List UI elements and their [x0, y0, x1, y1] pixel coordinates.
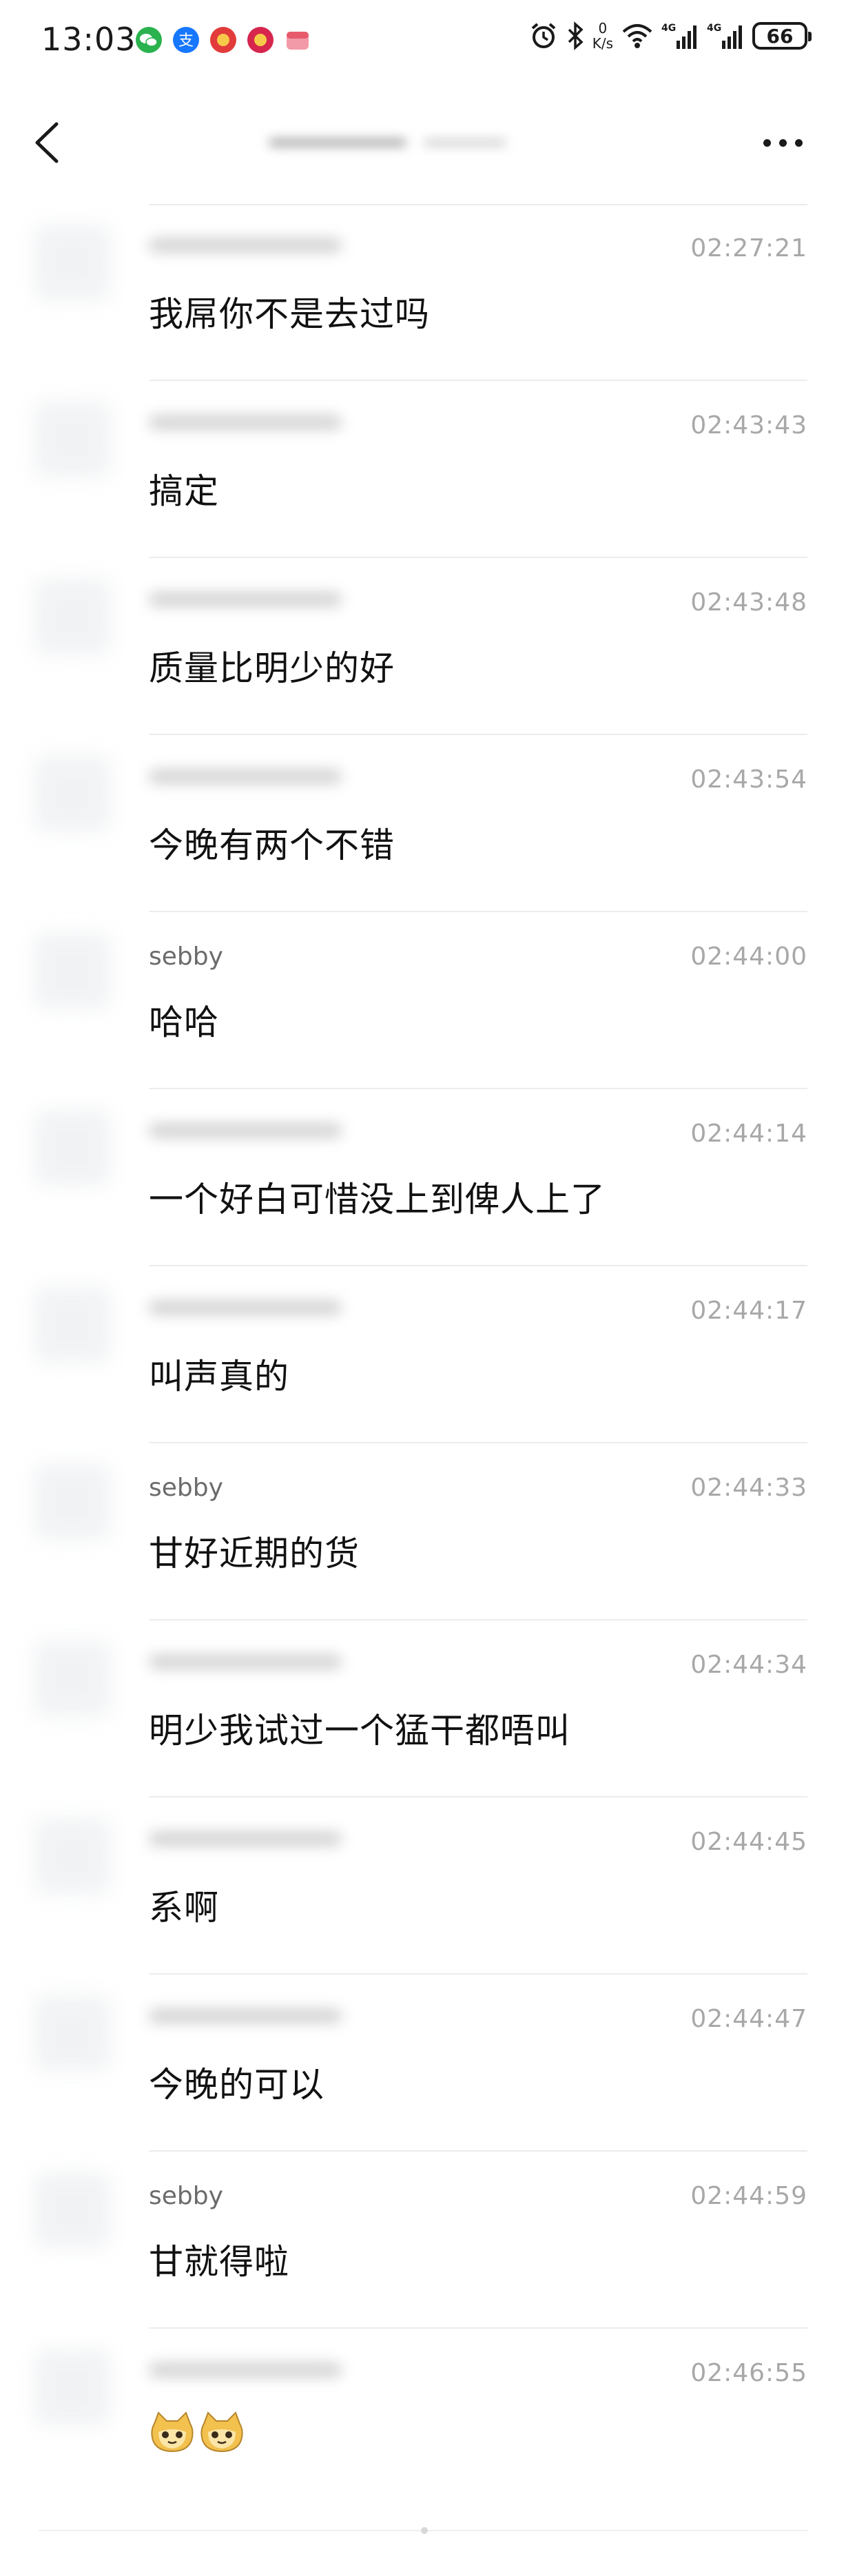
status-right-icons: 0 K/s 4G 4G 66: [529, 21, 812, 51]
message-time: 02:44:00: [690, 942, 807, 971]
battery-indicator: 66: [752, 22, 812, 50]
message-row[interactable]: 02:44:14 一个好白可惜没上到俾人上了: [34, 1089, 807, 1266]
avatar[interactable]: [34, 1995, 110, 2071]
wifi-icon: [622, 24, 652, 48]
sender-name-redacted: [149, 1124, 355, 1147]
sender-name-redacted: [149, 593, 355, 616]
avatar[interactable]: [34, 579, 110, 655]
scroll-dot: [421, 2527, 428, 2534]
status-time: 13:03: [41, 21, 136, 58]
avatar[interactable]: [34, 933, 110, 1009]
avatar[interactable]: [34, 1464, 110, 1540]
message-time: 02:44:14: [690, 1120, 807, 1148]
message-text: 甘就得啦: [149, 2242, 289, 2282]
avatar[interactable]: [34, 1818, 110, 1894]
net-speed-value: 0: [598, 20, 608, 37]
message-text: 系啊: [149, 1888, 219, 1928]
message-time: 02:43:48: [690, 588, 807, 617]
app-icon-pink: [287, 32, 309, 50]
sender-name-redacted: [149, 238, 355, 262]
message-row[interactable]: 02:44:17 叫声真的: [34, 1266, 807, 1443]
message-text: 明少我试过一个猛干都唔叫: [149, 1711, 570, 1751]
message-row[interactable]: 02:43:48 质量比明少的好: [34, 558, 807, 735]
message-text: 一个好白可惜没上到俾人上了: [149, 1179, 606, 1219]
message-time: 02:43:54: [690, 765, 807, 794]
app-icon-red: [210, 27, 236, 53]
message-row[interactable]: sebby 02:44:59 甘就得啦: [34, 2152, 807, 2329]
message-row[interactable]: 02:44:45 系啊: [34, 1797, 807, 1975]
message-text: 叫声真的: [149, 1357, 289, 1397]
message-text: 今晚的可以: [149, 2065, 324, 2105]
avatar[interactable]: [34, 1110, 110, 1186]
sender-name: sebby: [149, 2182, 223, 2210]
app-icon-red-2: [247, 27, 274, 53]
sender-name-redacted: [149, 1832, 355, 1855]
message-text: 我屌你不是去过吗: [149, 294, 430, 334]
status-bar: 13:03 支 0 K/s 4G 4G 66: [0, 0, 846, 83]
message-time: 02:44:59: [690, 2182, 807, 2210]
more-dot: [763, 138, 771, 147]
message-text: 今晚有两个不错: [149, 825, 395, 865]
message-text: 甘好近期的货: [149, 1534, 360, 1574]
svg-text:4G: 4G: [661, 23, 676, 34]
more-dot: [779, 138, 787, 147]
more-dot: [795, 138, 803, 147]
sender-name-redacted: [149, 1655, 355, 1678]
bluetooth-icon: [568, 21, 584, 50]
message-time: 02:44:45: [690, 1828, 807, 1856]
signal-4g-icon-2: 4G: [707, 23, 742, 49]
sender-name-redacted: [149, 415, 355, 439]
net-speed-unit: K/s: [592, 35, 613, 52]
message-row[interactable]: sebby 02:44:33 甘好近期的货: [34, 1443, 807, 1620]
avatar[interactable]: [34, 2349, 110, 2425]
chat-title-redacted: [269, 125, 654, 161]
message-text: 搞定: [149, 471, 219, 511]
sender-name: sebby: [149, 1474, 223, 1502]
more-dots-icon[interactable]: [763, 132, 818, 153]
message-emoji: [149, 2409, 245, 2458]
svg-text:支: 支: [178, 32, 194, 50]
avatar[interactable]: [34, 1641, 110, 1717]
chevron-left-icon[interactable]: [28, 119, 69, 167]
message-time: 02:27:21: [690, 234, 807, 262]
sender-name-redacted: [149, 770, 355, 793]
nav-bar: [0, 96, 846, 186]
status-app-icons: 支: [135, 26, 311, 54]
message-time: 02:44:34: [690, 1651, 807, 1679]
sender-name-redacted: [149, 2009, 355, 2032]
sender-name-redacted: [149, 2363, 355, 2387]
signal-4g-icon: 4G: [661, 23, 697, 49]
avatar[interactable]: [34, 2172, 110, 2248]
net-speed: 0 K/s: [592, 21, 613, 51]
cat-emoji-icon: [149, 2409, 196, 2458]
avatar[interactable]: [34, 225, 110, 300]
message-row[interactable]: sebby 02:44:00 哈哈: [34, 912, 807, 1089]
message-row[interactable]: 02:43:54 今晚有两个不错: [34, 735, 807, 912]
avatar[interactable]: [34, 1287, 110, 1363]
message-text: 质量比明少的好: [149, 648, 395, 688]
sender-name: sebby: [149, 942, 223, 971]
alipay-icon: 支: [173, 27, 199, 53]
message-time: 02:44:33: [690, 1474, 807, 1502]
wechat-icon: [136, 27, 162, 53]
message-time: 02:46:55: [690, 2359, 807, 2387]
message-row[interactable]: 02:27:21 我屌你不是去过吗: [34, 204, 807, 381]
message-row[interactable]: 02:44:47 今晚的可以: [34, 1975, 807, 2152]
message-time: 02:44:47: [690, 2005, 807, 2033]
cat-emoji-icon: [198, 2409, 245, 2458]
message-row[interactable]: 02:46:55: [34, 2329, 807, 2504]
message-time: 02:43:43: [690, 411, 807, 440]
message-text: 哈哈: [149, 1002, 219, 1042]
alarm-icon: [531, 23, 556, 48]
svg-text:4G: 4G: [707, 23, 721, 34]
avatar[interactable]: [34, 756, 110, 832]
sender-name-redacted: [149, 1301, 355, 1324]
avatar[interactable]: [34, 402, 110, 477]
message-time: 02:44:17: [690, 1297, 807, 1325]
message-row[interactable]: 02:43:43 搞定: [34, 381, 807, 558]
message-row[interactable]: 02:44:34 明少我试过一个猛干都唔叫: [34, 1620, 807, 1797]
message-list[interactable]: 02:27:21 我屌你不是去过吗 02:43:43 搞定 02:43:48 质量比明少的…: [0, 204, 846, 2504]
